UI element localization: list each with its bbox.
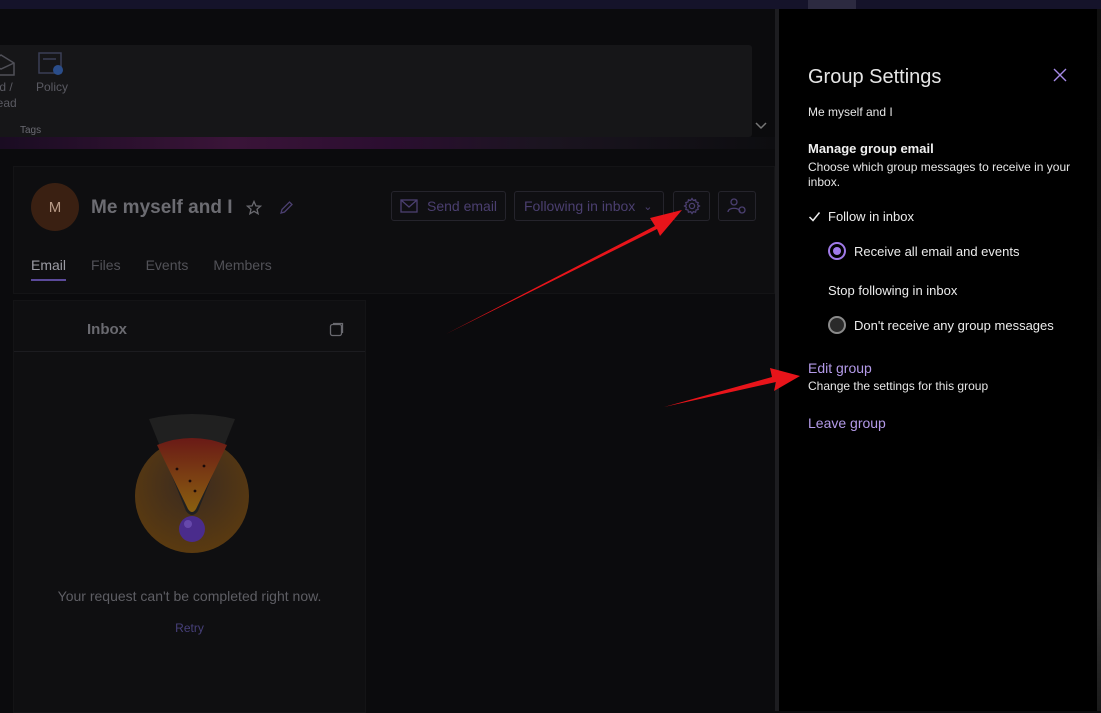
policy-button[interactable]: Policy <box>36 51 68 95</box>
dont-receive-radio[interactable]: Don't receive any group messages <box>828 316 1054 334</box>
following-dropdown[interactable]: Following in inbox ⌄ <box>514 191 664 221</box>
panel-title: Group Settings <box>808 66 942 88</box>
group-settings-button[interactable] <box>673 191 710 221</box>
top-tab-highlight <box>808 0 856 9</box>
follow-in-inbox-option[interactable]: Follow in inbox <box>808 209 914 224</box>
inbox-title: Inbox <box>87 321 127 338</box>
read-label: ead / <box>0 80 13 94</box>
stop-following-option[interactable]: Stop following in inbox <box>828 283 957 298</box>
popout-icon[interactable] <box>329 322 344 337</box>
ribbon-collapse-chevron-icon[interactable] <box>754 118 768 132</box>
tab-email[interactable]: Email <box>31 257 67 281</box>
error-illustration <box>135 414 249 553</box>
group-tabs: Email Files Events Members <box>31 257 297 281</box>
tab-events[interactable]: Events <box>146 257 189 281</box>
mail-icon <box>400 199 418 213</box>
panel-group-name: Me myself and I <box>808 105 893 119</box>
gear-icon <box>682 197 701 215</box>
follow-label: Follow in inbox <box>828 209 914 224</box>
manage-email-heading: Manage group email <box>808 141 934 156</box>
send-email-button[interactable]: Send email <box>391 191 506 221</box>
read-label-2: nread <box>0 96 17 110</box>
radio-unselected-icon <box>828 316 846 334</box>
inbox-header: Inbox <box>14 301 365 352</box>
stop-following-label: Stop following in inbox <box>828 283 958 298</box>
policy-label: Policy <box>36 80 69 94</box>
group-settings-panel: Group Settings Me myself and I Manage gr… <box>779 9 1097 711</box>
people-settings-button[interactable] <box>718 191 756 221</box>
receive-all-radio[interactable]: Receive all email and events <box>828 242 1019 260</box>
error-message: Your request can't be completed right no… <box>57 588 322 604</box>
tab-files[interactable]: Files <box>91 257 121 281</box>
top-strip <box>0 0 1101 9</box>
envelope-open-icon <box>0 54 15 76</box>
manage-email-description: Choose which group messages to receive i… <box>808 160 1071 189</box>
star-icon[interactable] <box>246 200 262 216</box>
chevron-down-icon: ⌄ <box>643 200 653 213</box>
avatar: M <box>31 183 79 231</box>
radio-selected-icon <box>828 242 846 260</box>
edit-icon[interactable] <box>279 200 294 215</box>
leave-group-link[interactable]: Leave group <box>808 415 886 431</box>
read-unread-button[interactable]: ead / nread <box>0 51 17 111</box>
inbox-pane: Inbox Your request can't be completed ri… <box>13 300 366 713</box>
following-label: Following in inbox <box>524 198 636 214</box>
send-email-label: Send email <box>427 198 498 214</box>
dont-receive-label: Don't receive any group messages <box>854 317 1054 333</box>
ribbon-group-label: Tags <box>20 125 42 136</box>
edit-group-link[interactable]: Edit group <box>808 360 872 376</box>
edit-group-description: Change the settings for this group <box>808 379 989 393</box>
close-icon[interactable] <box>1052 67 1068 83</box>
group-header: M Me myself and I Send email Following i… <box>13 166 775 294</box>
window-edge <box>1097 9 1101 711</box>
receive-all-label: Receive all email and events <box>854 243 1020 259</box>
group-cover-image <box>0 137 775 149</box>
ribbon: ead / nread Policy Tags <box>0 45 752 137</box>
people-settings-icon <box>727 198 746 214</box>
group-title: Me myself and I <box>91 197 233 218</box>
check-icon <box>808 212 821 222</box>
retry-link[interactable]: Retry <box>14 621 365 635</box>
tab-members[interactable]: Members <box>213 257 271 281</box>
policy-icon <box>38 52 63 75</box>
